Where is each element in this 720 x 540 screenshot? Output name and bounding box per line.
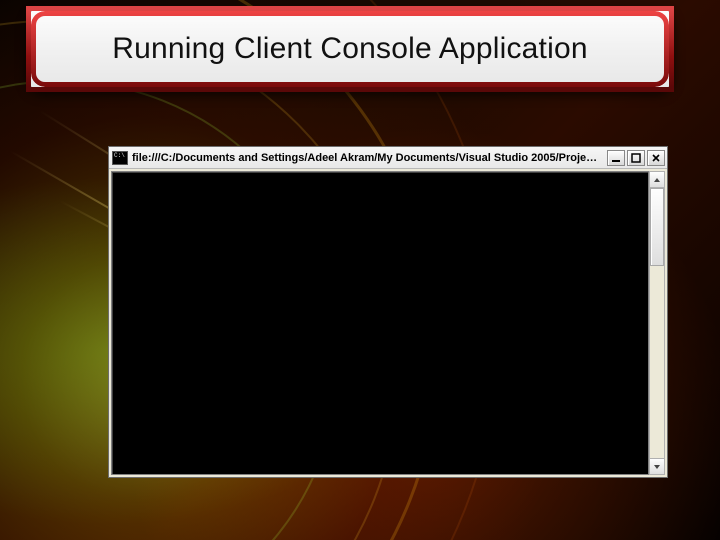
close-icon [651,153,661,163]
client-area [109,169,667,477]
scroll-up-button[interactable] [650,172,664,188]
window-buttons [607,150,665,166]
console-output[interactable] [111,171,649,475]
window-title: file:///C:/Documents and Settings/Adeel … [132,152,603,164]
scroll-down-button[interactable] [650,458,664,474]
scroll-track[interactable] [650,188,664,458]
minimize-icon [611,153,621,163]
console-window: file:///C:/Documents and Settings/Adeel … [108,146,668,478]
minimize-button[interactable] [607,150,625,166]
close-button[interactable] [647,150,665,166]
titlebar[interactable]: file:///C:/Documents and Settings/Adeel … [109,147,667,169]
chevron-down-icon [653,463,661,471]
chevron-up-icon [653,176,661,184]
cmd-icon [112,151,128,165]
slide-title: Running Client Console Application [112,32,587,66]
scroll-thumb[interactable] [650,188,664,266]
slide-title-plate: Running Client Console Application [26,6,674,92]
maximize-button[interactable] [627,150,645,166]
maximize-icon [631,153,641,163]
vertical-scrollbar[interactable] [649,171,665,475]
